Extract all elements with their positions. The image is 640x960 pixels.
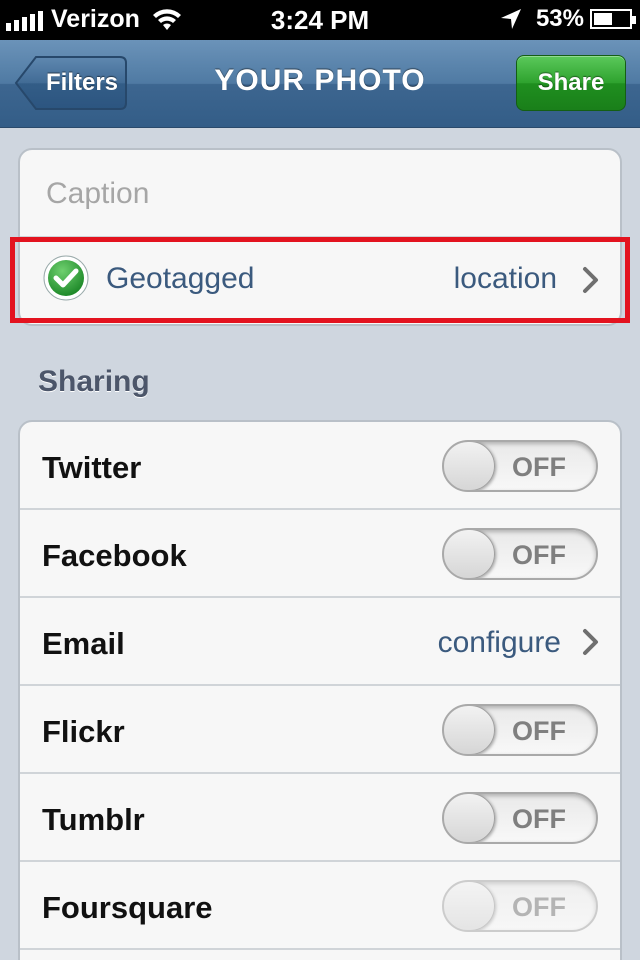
chevron-right-icon: [583, 629, 598, 655]
share-row-label: Flickr: [42, 714, 125, 749]
share-row-label: Tumblr: [42, 802, 145, 837]
twitter-toggle[interactable]: OFF: [442, 440, 598, 492]
toggle-state: OFF: [512, 892, 566, 922]
toggle-state: OFF: [512, 804, 566, 834]
chevron-right-icon: [583, 267, 598, 293]
sharing-group: Twitter OFF Facebook OFF Email configure…: [18, 420, 622, 960]
checkmark-icon: [43, 255, 89, 301]
battery-icon: [590, 9, 636, 29]
toggle-state: OFF: [512, 540, 566, 570]
tumblr-toggle[interactable]: OFF: [442, 792, 598, 844]
foursquare-toggle[interactable]: OFF: [442, 880, 598, 932]
sharing-section-header: Sharing: [38, 365, 150, 398]
toggle-knob: [444, 706, 495, 754]
toggle-knob: [444, 794, 495, 842]
geotag-label: Geotagged: [106, 262, 255, 295]
battery-percent: 53%: [535, 5, 584, 32]
share-row-facebook: Facebook OFF: [20, 510, 620, 598]
share-row-label: Email: [42, 626, 125, 661]
share-row-twitter: Twitter OFF: [20, 422, 620, 510]
status-bar: Verizon 3:24 PM 53%: [0, 0, 640, 40]
navigation-bar: Filters YOUR PHOTO Share: [0, 40, 640, 128]
email-configure-link: configure: [437, 626, 561, 659]
share-row-tumblr: Tumblr OFF: [20, 774, 620, 862]
share-row-flickr: Flickr OFF: [20, 686, 620, 774]
share-row-foursquare: Foursquare OFF: [20, 862, 620, 950]
geotag-location-value: location: [453, 262, 557, 295]
flickr-toggle[interactable]: OFF: [442, 704, 598, 756]
share-row-label: Twitter: [42, 450, 142, 485]
toggle-state: OFF: [512, 716, 566, 746]
caption-input[interactable]: Caption: [20, 150, 620, 238]
share-row-label: Facebook: [42, 538, 187, 573]
share-row-email[interactable]: Email configure: [20, 598, 620, 686]
toggle-knob: [444, 882, 495, 930]
location-arrow-icon: [500, 9, 521, 29]
facebook-toggle[interactable]: OFF: [442, 528, 598, 580]
share-button[interactable]: Share: [516, 55, 626, 111]
share-row-label: Foursquare: [42, 890, 213, 925]
toggle-knob: [444, 530, 495, 578]
toggle-knob: [444, 442, 495, 490]
toggle-state: OFF: [512, 452, 566, 482]
